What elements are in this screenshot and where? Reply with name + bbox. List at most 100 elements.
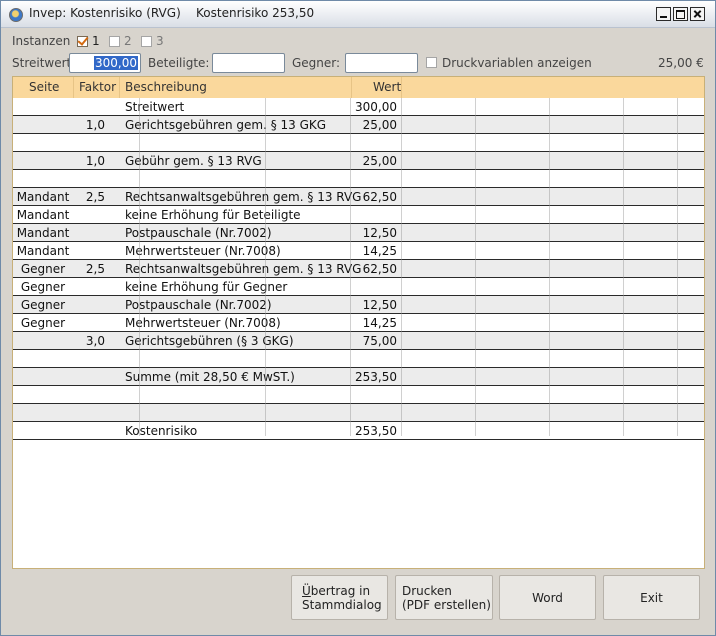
cell-beschreibung: Gerichtsgebühren gem. § 13 GKG <box>125 118 327 132</box>
uebertrag-mnemonic: Ü <box>302 584 311 598</box>
cell-wert: 12,50 <box>362 226 397 240</box>
app-icon <box>9 8 23 22</box>
cell-wert: 14,25 <box>362 316 397 330</box>
word-button[interactable]: Word <box>499 575 596 620</box>
cell-wert: 14,25 <box>362 244 397 258</box>
minimize-button[interactable] <box>656 7 671 21</box>
table-row[interactable]: Gegner Mehrwertsteuer (Nr.7008) 14,25 <box>13 314 704 332</box>
table-row[interactable]: Mandant Postpauschale (Nr.7002) 12,50 <box>13 224 704 242</box>
header-wert[interactable]: Wert <box>373 80 401 94</box>
table-row[interactable]: 3,0 Gerichtsgebühren (§ 3 GKG) 75,00 <box>13 332 704 350</box>
grid-line <box>677 98 678 436</box>
amount-display: 25,00 € <box>658 56 704 70</box>
main-window: Invep: Kostenrisiko (RVG) Kostenrisiko 2… <box>0 0 716 636</box>
cell-beschreibung: Postpauschale (Nr.7002) <box>125 226 272 240</box>
cell-seite: Gegner <box>20 262 66 276</box>
table-row[interactable] <box>13 170 704 188</box>
table-row[interactable] <box>13 386 704 404</box>
cell-faktor: 3,0 <box>85 334 105 348</box>
cell-seite: Mandant <box>16 208 70 222</box>
uebertrag-button[interactable]: Übertrag in Stammdialog <box>291 575 388 620</box>
cell-seite: Gegner <box>20 298 66 312</box>
cell-seite: Gegner <box>20 280 66 294</box>
table-row[interactable]: Gegner Postpauschale (Nr.7002) 12,50 <box>13 296 704 314</box>
table-row[interactable] <box>13 350 704 368</box>
cell-faktor: 2,5 <box>85 262 105 276</box>
cell-beschreibung: Kostenrisiko <box>125 424 198 438</box>
cell-wert: 12,50 <box>362 298 397 312</box>
drucken-label-line1: Drucken <box>402 584 452 598</box>
table-row[interactable]: Kostenrisiko 253,50 <box>13 422 704 440</box>
uebertrag-label-line1: bertrag in <box>310 584 371 598</box>
cell-beschreibung: Rechtsanwaltsgebühren gem. § 13 RVG <box>125 262 362 276</box>
table-header: Seite Faktor Beschreibung Wert <box>13 77 704 99</box>
cell-wert: 253,50 <box>355 424 397 438</box>
header-beschreibung[interactable]: Beschreibung <box>125 80 207 94</box>
table-row[interactable]: Summe (mit 28,50 € MwST.) 253,50 <box>13 368 704 386</box>
cell-faktor: 1,0 <box>85 154 105 168</box>
table-row[interactable]: Mandant 2,5 Rechtsanwaltsgebühren gem. § 1… <box>13 188 704 206</box>
instances-label: Instanzen <box>12 34 71 48</box>
grid-line <box>623 98 624 436</box>
grid-line <box>139 98 140 436</box>
grid-line <box>475 98 476 436</box>
cell-beschreibung: Postpauschale (Nr.7002) <box>125 298 272 312</box>
window-title: Invep: Kostenrisiko (RVG) Kostenrisiko 2… <box>29 6 315 20</box>
cell-beschreibung: Streitwert <box>125 100 185 114</box>
gegner-label: Gegner: <box>292 56 341 70</box>
instance-1-label: 1 <box>92 34 100 48</box>
instance-3-label: 3 <box>156 34 164 48</box>
title-bar: Invep: Kostenrisiko (RVG) Kostenrisiko 2… <box>1 1 715 28</box>
table-row[interactable]: 1,0 Gebühr gem. § 13 RVG 25,00 <box>13 152 704 170</box>
table-row[interactable]: Mandant keine Erhöhung für Beteiligte <box>13 206 704 224</box>
drucken-label-line2: (PDF erstellen) <box>402 598 491 612</box>
streitwert-input[interactable]: 300,00 <box>69 53 141 73</box>
table-row[interactable]: Mandant Mehrwertsteuer (Nr.7008) 14,25 <box>13 242 704 260</box>
maximize-button[interactable] <box>673 7 688 21</box>
header-faktor[interactable]: Faktor <box>79 80 116 94</box>
cell-seite: Mandant <box>16 226 70 240</box>
cell-beschreibung: Gerichtsgebühren (§ 3 GKG) <box>125 334 294 348</box>
exit-label: Exit <box>640 591 663 605</box>
table-row[interactable]: Gegner 2,5 Rechtsanwaltsgebühren gem. § 13… <box>13 260 704 278</box>
grid-line <box>549 98 550 436</box>
cell-beschreibung: Gebühr gem. § 13 RVG <box>125 154 262 168</box>
grid-line <box>265 98 266 436</box>
cell-wert: 62,50 <box>362 190 397 204</box>
cell-seite: Mandant <box>16 244 70 258</box>
cell-beschreibung: keine Erhöhung für Beteiligte <box>125 208 301 222</box>
table-row[interactable] <box>13 404 704 422</box>
druckvariablen-checkbox[interactable] <box>426 57 437 68</box>
cell-beschreibung: keine Erhöhung für Gegner <box>125 280 288 294</box>
streitwert-label: Streitwert <box>12 56 72 70</box>
close-button[interactable] <box>690 7 705 21</box>
cell-faktor: 2,5 <box>85 190 105 204</box>
cell-wert: 75,00 <box>362 334 397 348</box>
cell-wert: 25,00 <box>362 118 397 132</box>
grid-line <box>350 98 351 436</box>
instance-3-checkbox[interactable] <box>141 36 152 47</box>
header-seite[interactable]: Seite <box>29 80 59 94</box>
beteiligte-label: Beteiligte: <box>148 56 210 70</box>
cell-seite: Mandant <box>16 190 70 204</box>
table-row[interactable] <box>13 134 704 152</box>
drucken-button[interactable]: Drucken (PDF erstellen) <box>395 575 493 620</box>
table-row[interactable]: 1,0 Gerichtsgebühren gem. § 13 GKG 25,00 <box>13 116 704 134</box>
table-row[interactable]: Streitwert 300,00 <box>13 98 704 116</box>
streitwert-value: 300,00 <box>94 56 138 70</box>
table-row[interactable]: Gegner keine Erhöhung für Gegner <box>13 278 704 296</box>
cell-wert: 62,50 <box>362 262 397 276</box>
instance-2-checkbox[interactable] <box>109 36 120 47</box>
cell-wert: 25,00 <box>362 154 397 168</box>
instance-2-label: 2 <box>124 34 132 48</box>
grid-line <box>401 98 402 436</box>
beteiligte-input[interactable] <box>212 53 285 73</box>
exit-button[interactable]: Exit <box>603 575 700 620</box>
uebertrag-label-line2: Stammdialog <box>302 598 382 612</box>
cost-table[interactable]: Seite Faktor Beschreibung Wert Streitwer… <box>12 76 705 569</box>
word-label: Word <box>532 591 563 605</box>
cell-beschreibung: Mehrwertsteuer (Nr.7008) <box>125 316 281 330</box>
gegner-input[interactable] <box>345 53 418 73</box>
druckvariablen-label: Druckvariablen anzeigen <box>442 56 592 70</box>
instance-1-checkbox[interactable] <box>77 36 88 47</box>
